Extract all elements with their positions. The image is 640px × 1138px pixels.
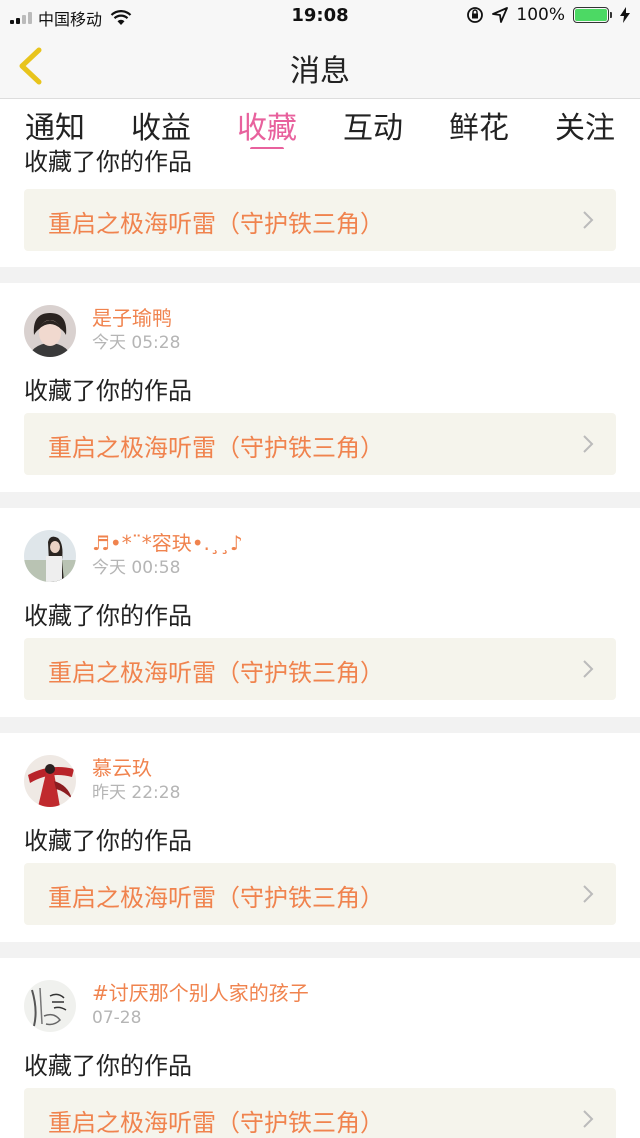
user-row: #讨厌那个别人家的孩子 07-28 xyxy=(24,980,309,1032)
work-link[interactable]: 重启之极海听雷（守护铁三角） xyxy=(24,189,616,251)
list-item: ♬•*¨*容玦•.¸¸♪ 今天 00:58 收藏了你的作品 重启之极海听雷（守护… xyxy=(0,508,640,717)
divider xyxy=(0,942,640,958)
avatar[interactable] xyxy=(24,530,76,582)
message-list[interactable]: 收藏了你的作品 重启之极海听雷（守护铁三角） 是子瑜鸭 今天 05:28 收藏了… xyxy=(0,149,640,1138)
timestamp: 07-28 xyxy=(92,1008,142,1028)
work-link[interactable]: 重启之极海听雷（守护铁三角） xyxy=(24,1088,616,1138)
battery-icon xyxy=(573,7,612,23)
username[interactable]: 是子瑜鸭 xyxy=(92,305,180,331)
user-meta: ♬•*¨*容玦•.¸¸♪ 今天 00:58 xyxy=(92,530,243,580)
work-link[interactable]: 重启之极海听雷（守护铁三角） xyxy=(24,638,616,700)
action-text: 收藏了你的作品 xyxy=(24,149,192,176)
chevron-right-icon xyxy=(583,885,594,903)
tab-favorites[interactable]: 收藏 xyxy=(214,103,320,151)
work-link[interactable]: 重启之极海听雷（守护铁三角） xyxy=(24,413,616,475)
username[interactable]: ♬•*¨*容玦•.¸¸♪ xyxy=(92,530,243,556)
nav-bar: 消息 xyxy=(0,32,640,99)
chevron-right-icon xyxy=(583,435,594,453)
avatar[interactable] xyxy=(24,755,76,807)
avatar[interactable] xyxy=(24,305,76,357)
user-meta: 是子瑜鸭 今天 05:28 xyxy=(92,305,180,355)
location-icon xyxy=(492,7,509,23)
user-row: 是子瑜鸭 今天 05:28 xyxy=(24,305,180,357)
divider xyxy=(0,492,640,508)
divider xyxy=(0,717,640,733)
timestamp: 今天 05:28 xyxy=(92,333,181,353)
page-title: 消息 xyxy=(290,54,350,89)
action-text: 收藏了你的作品 xyxy=(24,602,192,630)
tab-follows[interactable]: 关注 xyxy=(532,103,638,147)
timestamp: 昨天 22:28 xyxy=(92,783,181,803)
work-title: 重启之极海听雷（守护铁三角） xyxy=(48,210,384,238)
work-title: 重启之极海听雷（守护铁三角） xyxy=(48,434,384,462)
tab-bar: 通知 收益 收藏 互动 鲜花 关注 xyxy=(0,99,640,151)
list-item: 慕云玖 昨天 22:28 收藏了你的作品 重启之极海听雷（守护铁三角） xyxy=(0,733,640,942)
user-meta: #讨厌那个别人家的孩子 07-28 xyxy=(92,980,309,1030)
chevron-right-icon xyxy=(583,211,594,229)
action-text: 收藏了你的作品 xyxy=(24,827,192,855)
work-title: 重启之极海听雷（守护铁三角） xyxy=(48,659,384,687)
chevron-right-icon xyxy=(583,1110,594,1128)
divider xyxy=(0,267,640,283)
action-text: 收藏了你的作品 xyxy=(24,377,192,405)
tab-notifications[interactable]: 通知 xyxy=(2,103,108,147)
avatar[interactable] xyxy=(24,980,76,1032)
user-row: ♬•*¨*容玦•.¸¸♪ 今天 00:58 xyxy=(24,530,243,582)
tab-earnings[interactable]: 收益 xyxy=(108,103,214,147)
user-meta: 慕云玖 昨天 22:28 xyxy=(92,755,180,805)
action-text: 收藏了你的作品 xyxy=(24,1052,192,1080)
list-item: 是子瑜鸭 今天 05:28 收藏了你的作品 重启之极海听雷（守护铁三角） xyxy=(0,283,640,492)
user-row: 慕云玖 昨天 22:28 xyxy=(24,755,180,807)
chevron-right-icon xyxy=(583,660,594,678)
status-right: 100% xyxy=(466,5,630,25)
list-item: 收藏了你的作品 重启之极海听雷（守护铁三角） xyxy=(0,149,640,267)
work-link[interactable]: 重启之极海听雷（守护铁三角） xyxy=(24,863,616,925)
battery-percent: 100% xyxy=(516,5,565,25)
tab-flowers[interactable]: 鲜花 xyxy=(426,103,532,147)
work-title: 重启之极海听雷（守护铁三角） xyxy=(48,884,384,912)
work-title: 重启之极海听雷（守护铁三角） xyxy=(48,1109,384,1137)
charging-icon xyxy=(620,7,630,23)
rotation-lock-icon xyxy=(467,7,484,23)
username[interactable]: 慕云玖 xyxy=(92,755,180,781)
timestamp: 今天 00:58 xyxy=(92,558,181,578)
status-bar: 中国移动 19:08 100% xyxy=(0,0,640,32)
username[interactable]: #讨厌那个别人家的孩子 xyxy=(92,980,309,1006)
list-item: #讨厌那个别人家的孩子 07-28 收藏了你的作品 重启之极海听雷（守护铁三角） xyxy=(0,958,640,1138)
tab-interactions[interactable]: 互动 xyxy=(320,103,426,147)
